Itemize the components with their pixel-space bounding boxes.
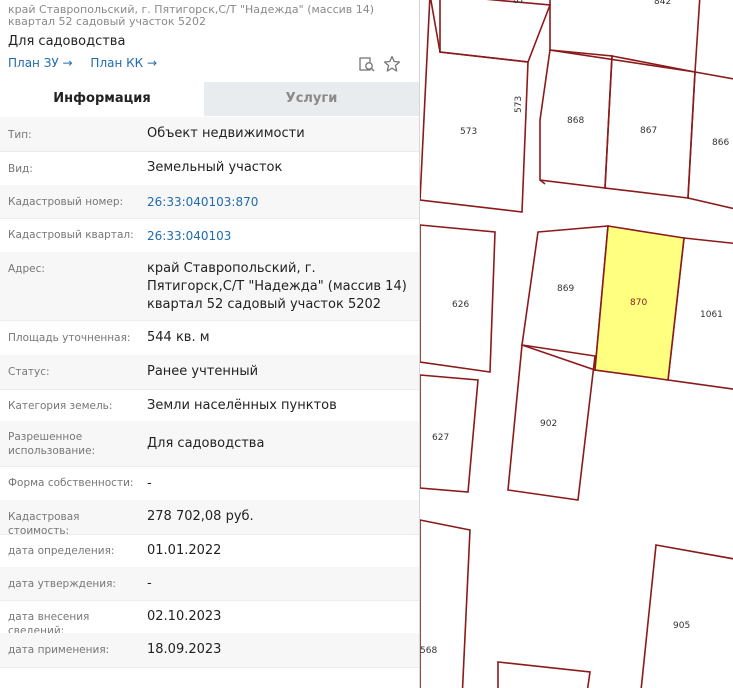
search-doc-icon[interactable] xyxy=(358,55,376,73)
label-869: 869 xyxy=(557,284,574,294)
label-573b: 573 xyxy=(514,96,524,113)
row-kind: Вид: Земельный участок xyxy=(0,151,419,186)
label-866: 866 xyxy=(712,138,729,148)
row-label: дата утверждения: xyxy=(8,578,116,590)
row-date-entered: дата внесения сведений: 02.10.2023 xyxy=(0,600,419,637)
row-value: Земельный участок xyxy=(147,160,283,175)
row-cadastral-value: Кадастровая стоимость: 278 702,08 руб. xyxy=(0,500,419,537)
row-date-applied: дата применения: 18.09.2023 xyxy=(0,633,419,668)
header-address: край Ставропольский, г. Пятигорск,С/Т "Н… xyxy=(8,3,375,28)
row-value: 02.10.2023 xyxy=(147,609,222,624)
label-842: 842 xyxy=(654,0,671,7)
label-568: 568 xyxy=(420,646,437,656)
row-date-determined: дата определения: 01.01.2022 xyxy=(0,534,419,568)
row-label: Площадь уточненная: xyxy=(8,332,131,344)
plan-links: План ЗУ → План КК → xyxy=(8,56,171,70)
label-626: 626 xyxy=(452,300,469,310)
label-81: 81 xyxy=(513,0,524,6)
row-date-approved: дата утверждения: - xyxy=(0,567,419,601)
row-address: Адрес: край Ставропольский, г. Пятигорск… xyxy=(0,252,419,321)
row-value: 18.09.2023 xyxy=(147,642,222,657)
label-870: 870 xyxy=(630,298,647,308)
cadastral-quarter-link[interactable]: 26:33:040103 xyxy=(147,227,409,245)
info-panel: край Ставропольский, г. Пятигорск,С/Т "Н… xyxy=(0,0,420,688)
row-type: Тип: Объект недвижимости xyxy=(0,117,419,152)
label-627: 627 xyxy=(432,433,449,443)
label-867: 867 xyxy=(640,126,657,136)
row-label: Разрешенное использование: xyxy=(8,431,96,457)
row-value: 278 702,08 руб. xyxy=(147,509,254,524)
row-label: Категория земель: xyxy=(8,400,113,412)
row-permitted-use: Разрешенное использование: Для садоводст… xyxy=(0,421,419,467)
label-573a: 573 xyxy=(460,127,477,137)
row-ownership: Форма собственности: - xyxy=(0,466,419,501)
label-905: 905 xyxy=(673,621,690,631)
label-868: 868 xyxy=(567,116,584,126)
plan-kk-link[interactable]: План КК → xyxy=(90,56,157,70)
row-label: Кадастровый квартал: xyxy=(8,229,134,241)
row-value: Земли населённых пунктов xyxy=(147,398,337,413)
row-value: Для садоводства xyxy=(147,436,265,451)
row-label: дата применения: xyxy=(8,644,110,656)
row-value: - xyxy=(147,476,152,491)
row-label: Адрес: xyxy=(8,263,45,275)
row-cadastral-number: Кадастровый номер: 26:33:040103:870 xyxy=(0,185,419,219)
label-1061: 1061 xyxy=(700,310,723,320)
row-area: Площадь уточненная: 544 кв. м xyxy=(0,320,419,356)
row-value: 544 кв. м xyxy=(147,330,210,345)
tab-services[interactable]: Услуги xyxy=(204,82,419,116)
row-value: Ранее учтенный xyxy=(147,364,259,379)
row-land-category: Категория земель: Земли населённых пункт… xyxy=(0,389,419,422)
row-value: край Ставропольский, г. Пятигорск,С/Т "Н… xyxy=(147,261,407,312)
header-use: Для садоводства xyxy=(8,34,126,49)
row-value: 01.01.2022 xyxy=(147,543,222,558)
cadastral-number-link[interactable]: 26:33:040103:870 xyxy=(147,193,409,211)
row-label: Вид: xyxy=(8,163,33,175)
row-label: Форма собственности: xyxy=(8,477,134,489)
row-label: дата определения: xyxy=(8,545,115,557)
tabs: Информация Услуги xyxy=(0,82,419,116)
row-value: - xyxy=(147,576,152,591)
row-value: Объект недвижимости xyxy=(147,126,305,141)
plan-zu-link[interactable]: План ЗУ → xyxy=(8,56,73,70)
tab-info[interactable]: Информация xyxy=(0,82,204,116)
star-icon[interactable] xyxy=(383,55,401,73)
row-label: Кадастровый номер: xyxy=(8,196,124,208)
row-label: Тип: xyxy=(8,129,32,141)
label-902: 902 xyxy=(540,419,557,429)
row-cadastral-quarter: Кадастровый квартал: 26:33:040103 xyxy=(0,218,419,253)
row-label: Статус: xyxy=(8,366,50,378)
row-status: Статус: Ранее учтенный xyxy=(0,355,419,390)
